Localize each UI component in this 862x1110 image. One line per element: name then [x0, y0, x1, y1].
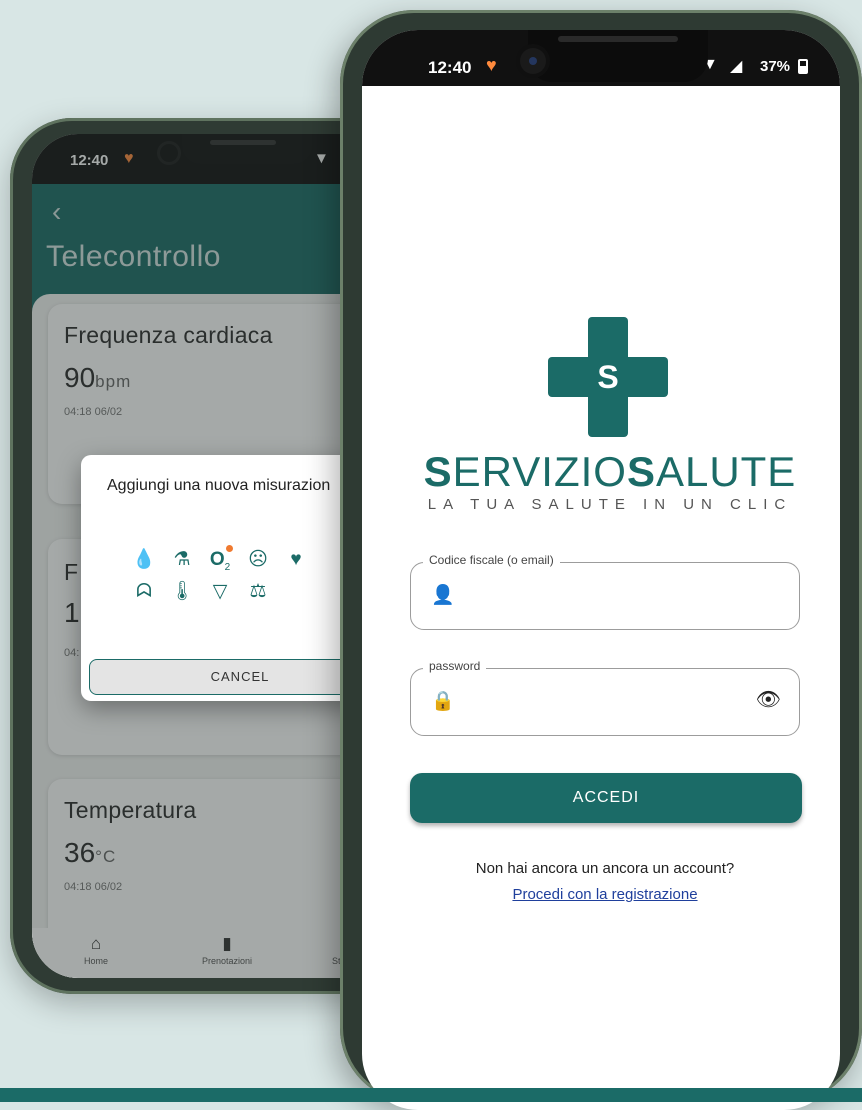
lock-icon: 🔒 — [431, 691, 455, 712]
brand-part1: ERVIZIO — [452, 448, 627, 495]
app-logo: S — [548, 317, 668, 437]
oxygen-saturation-icon[interactable]: O2 — [201, 545, 239, 579]
brand-tagline: LA TUA SALUTE IN UN CLIC — [427, 496, 793, 513]
brand-part2: ALUTE — [655, 448, 797, 495]
password-label: password — [423, 659, 487, 673]
battery-icon — [798, 59, 808, 74]
lungs-icon[interactable]: ᗣ — [125, 581, 163, 611]
username-field[interactable]: Codice fiscale (o email) 👤 — [410, 553, 800, 630]
username-input[interactable] — [463, 581, 747, 613]
password-field[interactable]: password 🔒 👁 — [410, 659, 800, 736]
mood-sad-icon[interactable]: ☹ — [239, 548, 277, 578]
dialog-title: Aggiungi una nuova misurazion — [107, 477, 331, 494]
measurement-type-grid: 💧 ⚗ O2 ☹ ♥ ᗣ 🌡 ▽ ⚖ — [125, 545, 335, 611]
app-heart-icon: ♥ — [486, 55, 497, 75]
notification-dot — [226, 545, 233, 552]
login-button[interactable]: ACCEDI — [410, 773, 802, 823]
urine-cup-icon[interactable]: ▽ — [201, 580, 239, 610]
bottom-band — [0, 1088, 862, 1102]
eye-icon[interactable]: 👁 — [756, 687, 781, 712]
brand-s2: S — [626, 448, 656, 495]
camera — [520, 48, 546, 74]
no-account-text: Non hai ancora un ancora un account? — [475, 860, 735, 877]
speaker — [558, 36, 678, 42]
add-measurement-dialog: Aggiungi una nuova misurazion 💧 ⚗ O2 ☹ ♥ ᗣ 🌡 ▽… — [81, 455, 391, 701]
register-link[interactable]: Procedi con la registrazione — [362, 886, 840, 903]
brand-name: SERVIZIOSALUTE — [362, 448, 840, 496]
password-input[interactable] — [463, 687, 747, 719]
person-icon: 👤 — [431, 585, 455, 606]
thermometer-icon[interactable]: 🌡 — [163, 579, 201, 609]
weight-scale-icon[interactable]: ⚖ — [239, 580, 277, 610]
insulin-syringe-icon[interactable]: ⚗ — [163, 548, 201, 578]
signal-icon: ◢ — [730, 58, 743, 75]
heart-icon[interactable]: ♥ — [277, 549, 315, 579]
status-time: 12:40 — [428, 58, 472, 77]
brand-s1: S — [423, 448, 453, 495]
front-screen: 12:40 ♥ ▼ ◢ 37% S SERVIZIOSALUTE LA TUA … — [362, 30, 840, 1110]
glucose-drop-icon[interactable]: 💧 — [125, 547, 163, 577]
logo-s-icon: S — [597, 359, 619, 395]
username-label: Codice fiscale (o email) — [423, 553, 560, 567]
front-phone: 12:40 ♥ ▼ ◢ 37% S SERVIZIOSALUTE LA TUA … — [340, 10, 862, 1110]
battery-percent: 37% — [760, 58, 791, 75]
